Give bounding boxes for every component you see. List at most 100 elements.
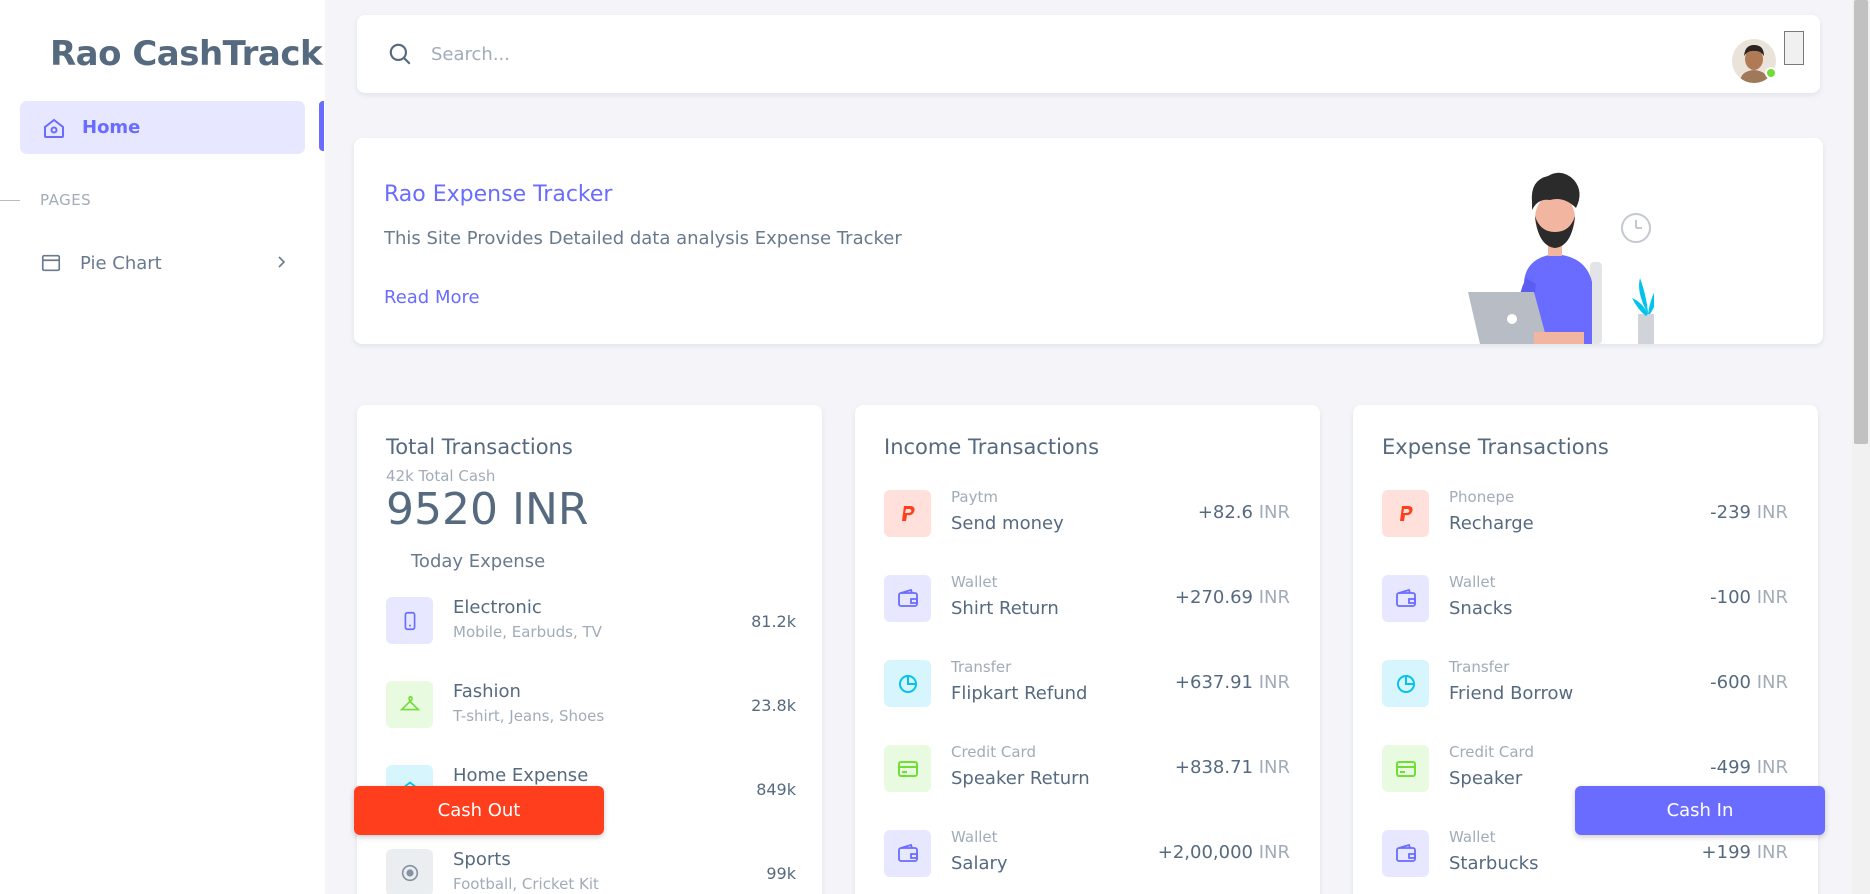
hanger-icon (386, 681, 433, 728)
total-cash-subtitle: 42k Total Cash (386, 467, 496, 485)
currency-label: INR (1756, 842, 1788, 863)
currency-label: INR (1756, 587, 1788, 608)
transaction-amount: +2,00,000 INR (1158, 842, 1290, 863)
currency-label: INR (1756, 757, 1788, 778)
transaction-name: Friend Borrow (1449, 683, 1574, 704)
category-name: Fashion (453, 681, 521, 702)
cash-out-button[interactable]: Cash Out (354, 786, 604, 835)
list-item[interactable]: Fashion T-shirt, Jeans, Shoes 23.8k (386, 681, 796, 729)
transaction-type: Credit Card (951, 743, 1036, 761)
wallet-icon (1382, 830, 1429, 877)
amount-value: -239 (1710, 502, 1751, 523)
currency-label: INR (1756, 672, 1788, 693)
table-row[interactable]: Transfer Flipkart Refund +637.91 INR (884, 658, 1290, 708)
section-divider (0, 200, 20, 201)
transaction-amount: +82.6 INR (1198, 502, 1290, 523)
transaction-name: Send money (951, 513, 1064, 534)
currency-label: INR (1756, 502, 1788, 523)
sidebar: Rao CashTrack Home PAGES Pie Chart (0, 0, 325, 894)
transaction-type: Phonepe (1449, 488, 1515, 506)
category-name: Sports (453, 849, 511, 870)
transaction-name: Salary (951, 853, 1008, 874)
transaction-amount: -600 INR (1710, 672, 1788, 693)
transaction-amount: +838.71 INR (1175, 757, 1290, 778)
transaction-type: Wallet (1449, 828, 1496, 846)
man-with-laptop-illustration (1468, 172, 1654, 344)
sidebar-item-pie-chart[interactable]: Pie Chart (40, 248, 295, 278)
cash-in-button[interactable]: Cash In (1575, 786, 1825, 835)
scrollbar-thumb[interactable] (1854, 0, 1868, 444)
online-status-dot (1765, 67, 1777, 79)
amount-value: -499 (1710, 757, 1751, 778)
currency-label: INR (1258, 587, 1290, 608)
card-title: Total Transactions (386, 435, 573, 459)
transaction-name: Flipkart Refund (951, 683, 1088, 704)
transaction-name: Shirt Return (951, 598, 1059, 619)
transaction-type: Transfer (951, 658, 1012, 676)
transaction-amount: -100 INR (1710, 587, 1788, 608)
brand-logo[interactable]: Rao CashTrack (50, 34, 323, 74)
category-subtitle: Football, Cricket Kit (453, 875, 599, 893)
category-name: Electronic (453, 597, 542, 618)
category-value: 849k (756, 780, 796, 799)
table-row[interactable]: Credit Card Speaker Return +838.71 INR (884, 743, 1290, 793)
table-row[interactable]: Wallet Snacks -100 INR (1382, 573, 1788, 623)
currency-label: INR (1258, 757, 1290, 778)
table-row[interactable]: Wallet Salary +2,00,000 INR (884, 828, 1290, 878)
table-row[interactable]: Paytm Send money +82.6 INR (884, 488, 1290, 538)
today-expense-label: Today Expense (411, 551, 546, 572)
transaction-amount: +637.91 INR (1175, 672, 1290, 693)
sidebar-item-home[interactable]: Home (20, 101, 305, 154)
transaction-type: Wallet (951, 573, 998, 591)
transaction-amount: -239 INR (1710, 502, 1788, 523)
transaction-amount: +270.69 INR (1175, 587, 1290, 608)
home-icon (44, 118, 64, 138)
card-title: Expense Transactions (1382, 435, 1609, 459)
transaction-name: Speaker Return (951, 768, 1090, 789)
transaction-type: Transfer (1449, 658, 1510, 676)
football-icon (386, 849, 433, 894)
transaction-type: Paytm (951, 488, 998, 506)
list-item[interactable]: Electronic Mobile, Earbuds, TV 81.2k (386, 597, 796, 645)
read-more-link[interactable]: Read More (384, 287, 480, 308)
transaction-name: Recharge (1449, 513, 1534, 534)
list-item[interactable]: Sports Football, Cricket Kit 99k (386, 849, 796, 894)
category-value: 23.8k (751, 696, 796, 715)
amount-value: +838.71 (1174, 757, 1253, 778)
income-transactions-card: Income Transactions Paytm Send money +82… (855, 405, 1320, 894)
layout-icon (41, 254, 61, 272)
paypal-icon (1382, 490, 1429, 537)
search-input[interactable] (431, 37, 1331, 71)
table-row[interactable]: Wallet Shirt Return +270.69 INR (884, 573, 1290, 623)
amount-value: +637.91 (1174, 672, 1253, 693)
transaction-amount: -499 INR (1710, 757, 1788, 778)
credit-card-icon (884, 745, 931, 792)
welcome-description: This Site Provides Detailed data analysi… (384, 228, 902, 249)
table-row[interactable]: Transfer Friend Borrow -600 INR (1382, 658, 1788, 708)
category-value: 81.2k (751, 612, 796, 631)
mobile-icon (386, 597, 433, 644)
chart-icon (1382, 660, 1429, 707)
welcome-title: Rao Expense Tracker (384, 182, 613, 207)
card-title: Income Transactions (884, 435, 1100, 459)
table-row[interactable]: Wallet Starbucks +199 INR (1382, 828, 1788, 878)
wallet-icon (884, 575, 931, 622)
transaction-name: Speaker (1449, 768, 1523, 789)
welcome-card: Rao Expense Tracker This Site Provides D… (354, 138, 1823, 344)
transaction-type: Credit Card (1449, 743, 1534, 761)
chart-icon (884, 660, 931, 707)
amount-value: +270.69 (1174, 587, 1253, 608)
category-subtitle: T-shirt, Jeans, Shoes (453, 707, 605, 725)
credit-card-icon (1382, 745, 1429, 792)
amount-value: +199 (1701, 842, 1751, 863)
currency-label: INR (1258, 842, 1290, 863)
menu-toggle[interactable] (1784, 31, 1804, 65)
table-row[interactable]: Phonepe Recharge -239 INR (1382, 488, 1788, 538)
total-amount: 9520 INR (386, 484, 589, 535)
amount-value: +82.6 (1197, 502, 1253, 523)
amount-value: -600 (1710, 672, 1751, 693)
category-name: Home Expense (453, 765, 589, 786)
search-icon (389, 43, 411, 65)
sidebar-item-label: Pie Chart (80, 252, 162, 274)
currency-label: INR (1258, 502, 1290, 523)
